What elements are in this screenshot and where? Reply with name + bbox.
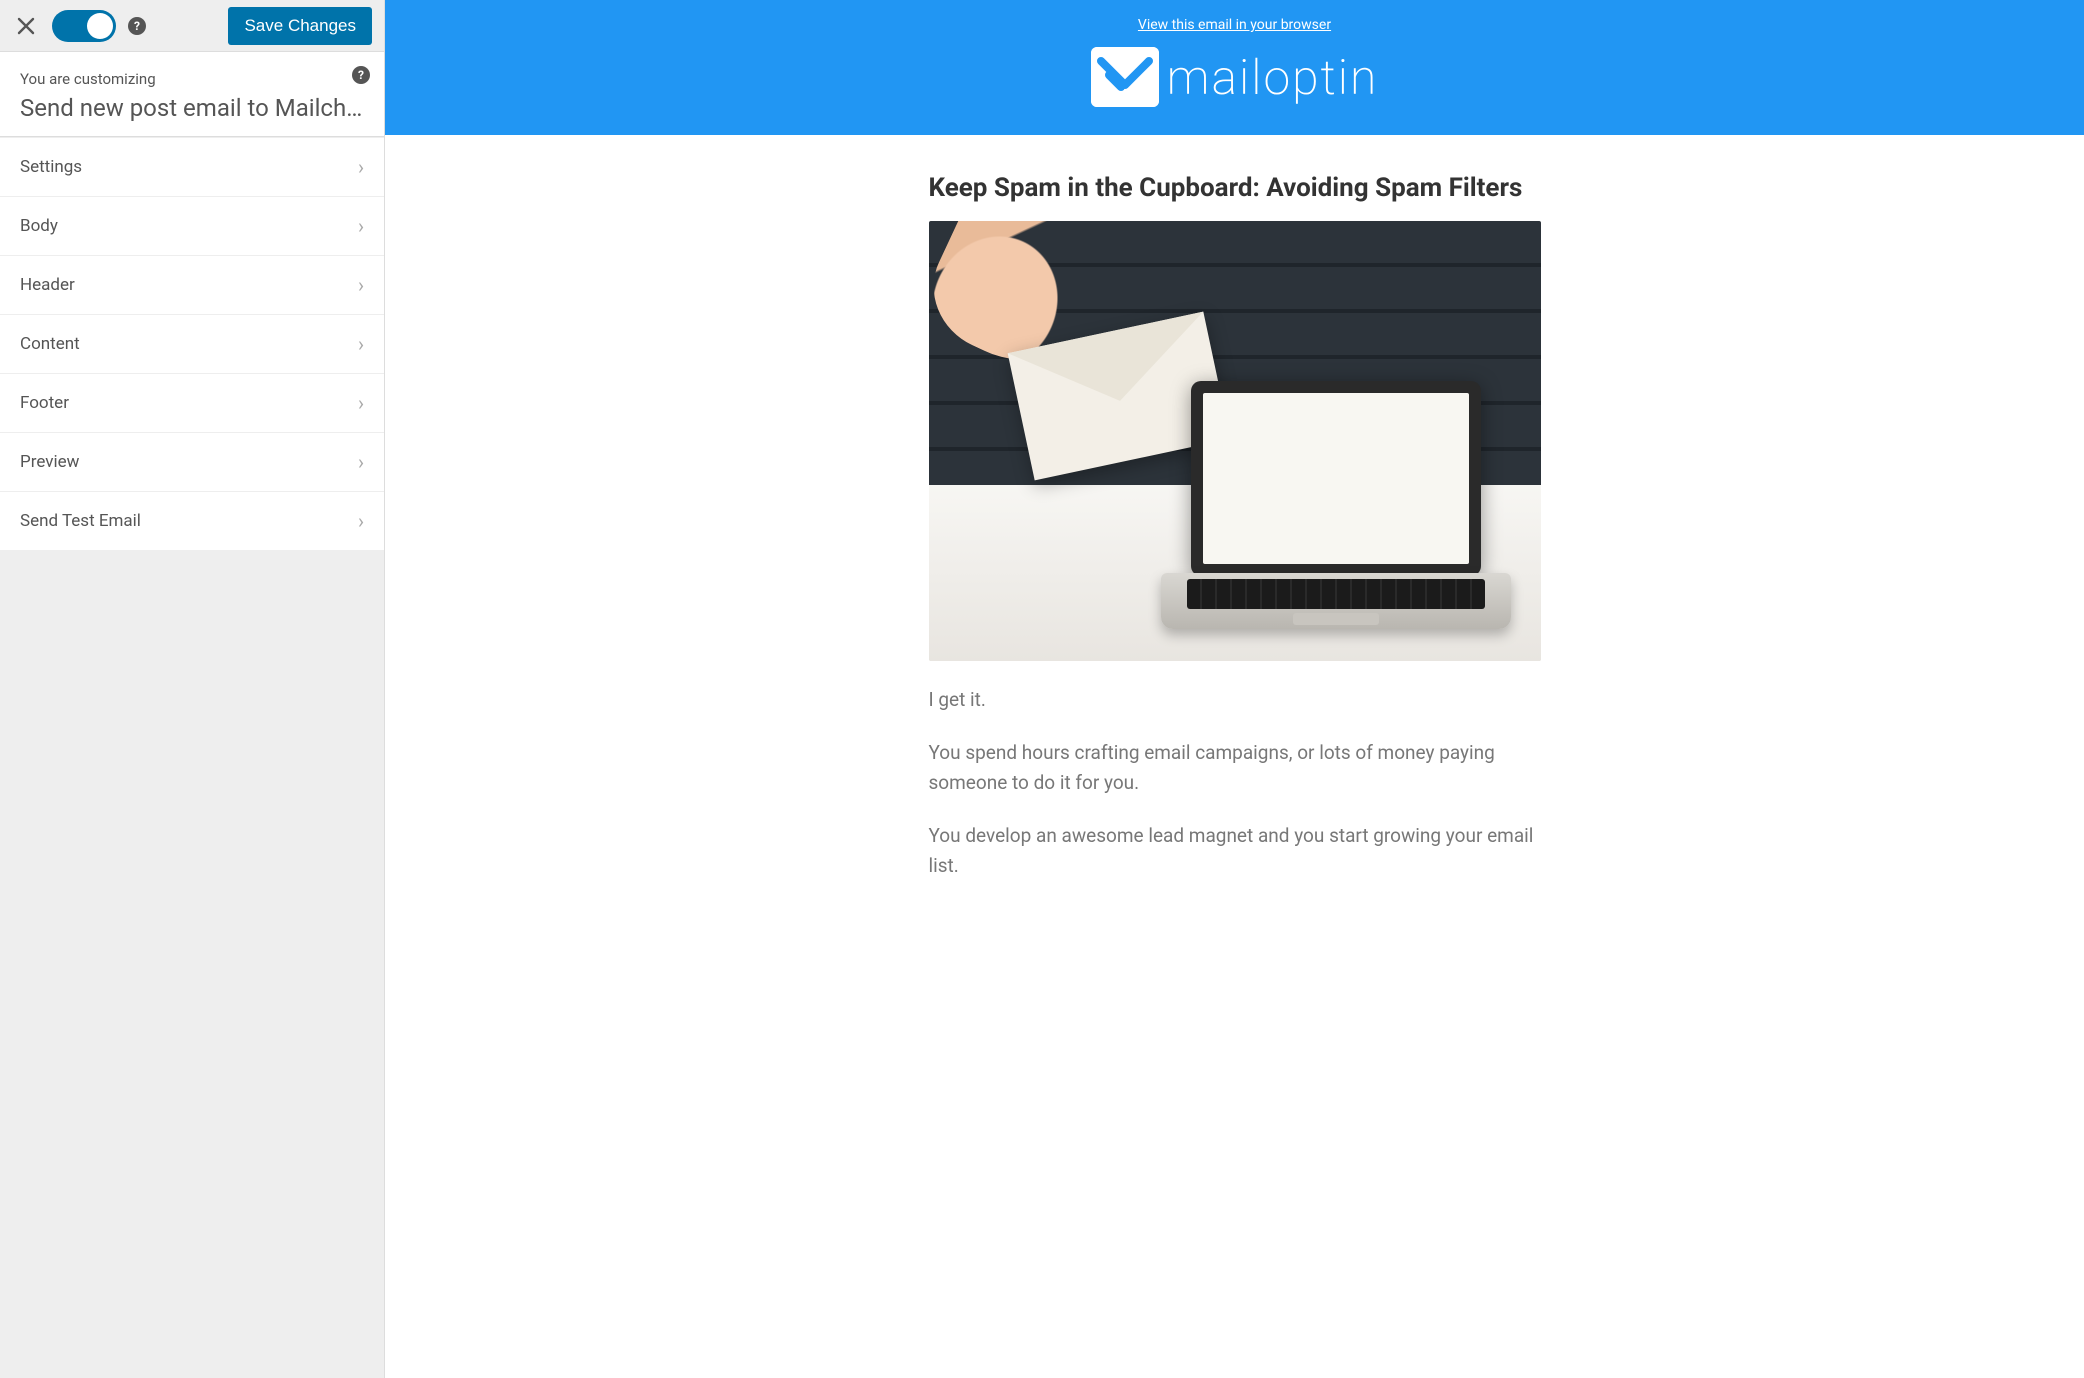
laptop-illustration — [1161, 381, 1511, 651]
section-settings[interactable]: Settings › — [0, 137, 384, 197]
customizer-topbar: ? Save Changes — [0, 0, 384, 52]
email-header: View this email in your browser mailopti… — [385, 0, 2084, 135]
preview-pane[interactable]: View this email in your browser mailopti… — [385, 0, 2084, 1378]
section-label: Body — [20, 216, 58, 236]
section-header[interactable]: Header › — [0, 256, 384, 315]
section-send-test[interactable]: Send Test Email › — [0, 492, 384, 551]
article-title: Keep Spam in the Cupboard: Avoiding Spam… — [929, 173, 1541, 203]
chevron-right-icon: › — [358, 273, 364, 297]
chevron-right-icon: › — [358, 391, 364, 415]
help-icon[interactable]: ? — [352, 66, 370, 84]
save-button[interactable]: Save Changes — [228, 7, 372, 45]
customizer-sections: Settings › Body › Header › Content › Foo… — [0, 137, 384, 551]
section-label: Send Test Email — [20, 511, 141, 531]
hero-image — [929, 221, 1541, 661]
article-paragraph: You spend hours crafting email campaigns… — [929, 738, 1541, 797]
close-icon[interactable] — [12, 12, 40, 40]
help-icon[interactable]: ? — [128, 17, 146, 35]
customizer-sidebar: ? Save Changes ? You are customizing Sen… — [0, 0, 385, 1378]
chevron-right-icon: › — [358, 214, 364, 238]
section-preview[interactable]: Preview › — [0, 433, 384, 492]
view-in-browser-link[interactable]: View this email in your browser — [1138, 17, 1331, 33]
section-body[interactable]: Body › — [0, 197, 384, 256]
chevron-right-icon: › — [358, 509, 364, 533]
app-root: ? Save Changes ? You are customizing Sen… — [0, 0, 2084, 1378]
page-title: Send new post email to Mailchi… — [20, 94, 364, 122]
article-paragraph: You develop an awesome lead magnet and y… — [929, 821, 1541, 880]
section-label: Header — [20, 275, 75, 295]
email-body: Keep Spam in the Cupboard: Avoiding Spam… — [915, 173, 1555, 880]
logo-mark-icon — [1091, 47, 1159, 107]
article-paragraph: I get it. — [929, 685, 1541, 714]
brand-name: mailoptin — [1167, 49, 1379, 106]
chevron-right-icon: › — [358, 450, 364, 474]
section-label: Settings — [20, 157, 82, 177]
section-content[interactable]: Content › — [0, 315, 384, 374]
section-label: Preview — [20, 452, 79, 472]
section-footer[interactable]: Footer › — [0, 374, 384, 433]
chevron-right-icon: › — [358, 332, 364, 356]
enable-toggle[interactable] — [52, 10, 116, 42]
section-label: Content — [20, 334, 80, 354]
customizer-heading: ? You are customizing Send new post emai… — [0, 52, 384, 137]
brand-logo: mailoptin — [385, 47, 2084, 107]
section-label: Footer — [20, 393, 69, 413]
customizing-label: You are customizing — [20, 70, 364, 88]
toggle-knob — [87, 13, 113, 39]
chevron-right-icon: › — [358, 155, 364, 179]
